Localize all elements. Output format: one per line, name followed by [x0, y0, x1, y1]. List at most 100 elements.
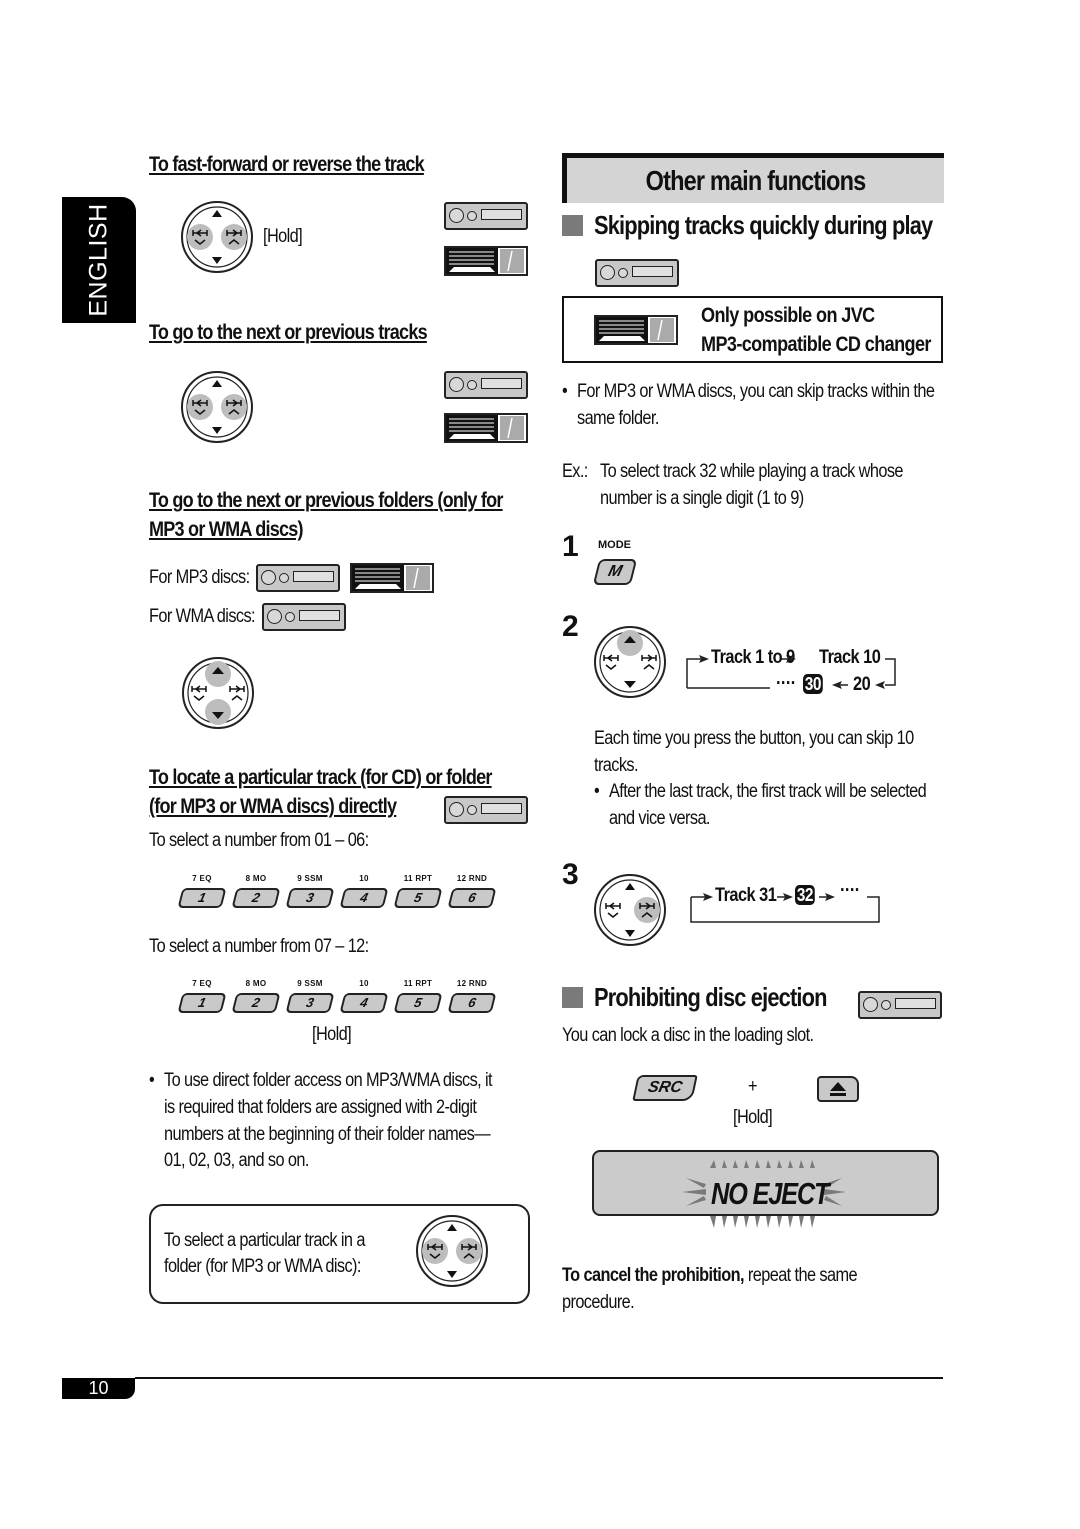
number-button-5[interactable]: 5 — [393, 993, 443, 1013]
unit-icon — [858, 991, 942, 1019]
bullet-dot: • — [562, 381, 568, 402]
number-button-2[interactable]: 2 — [231, 993, 281, 1013]
flow-track-10: Track 10 — [819, 647, 881, 668]
preset-label: 12 RND — [456, 979, 488, 988]
cd-changer-icon — [444, 413, 528, 443]
language-label: ENGLISH — [84, 203, 113, 317]
eject-icon — [830, 1082, 846, 1096]
number-buttons-row: 7 EQ 1 8 MO 2 9 SSM 3 10 4 11 RPT 5 12 RND 6 — [175, 872, 499, 908]
select-07-12-label: To select a number from 07 – 12: — [149, 936, 369, 957]
cd-changer-icon — [350, 563, 434, 593]
page-number: 10 — [62, 1378, 135, 1399]
each-line2: tracks. — [594, 755, 639, 776]
mode-label: MODE — [598, 539, 631, 551]
number-button-6[interactable]: 6 — [447, 888, 497, 908]
unit-icon — [444, 202, 528, 230]
note-line2: MP3-compatible CD changer — [701, 333, 931, 356]
hold-label: [Hold] — [312, 1024, 352, 1045]
skip-title: Skipping tracks quickly during play — [594, 210, 933, 240]
flow-track-32-wrap: 32 — [795, 885, 815, 907]
locate-title-line1: To locate a particular track (for CD) or… — [149, 766, 492, 789]
bullet-dot: • — [149, 1070, 155, 1091]
next-prev-title: To go to the next or previous tracks — [149, 321, 428, 344]
flow-track-32: 32 — [795, 885, 815, 905]
cancel-bold: To cancel the prohibition, — [562, 1265, 745, 1286]
note-line1: Only possible on JVC — [701, 304, 875, 327]
hold-label: [Hold] — [733, 1107, 773, 1128]
number-button-4[interactable]: 4 — [339, 888, 389, 908]
lcd-text: NO EJECT — [711, 1176, 830, 1211]
bullet1-line2: same folder. — [577, 408, 659, 429]
flow-track-20: 20 — [853, 674, 871, 695]
prohibit-title: Prohibiting disc ejection — [594, 982, 827, 1012]
cancel-line2: procedure. — [562, 1292, 635, 1313]
number-button-6[interactable]: 6 — [447, 993, 497, 1013]
for-mp3-label: For MP3 discs: — [149, 567, 250, 588]
section-square-icon — [562, 987, 583, 1008]
eject-button[interactable] — [817, 1076, 859, 1102]
footer-rule — [135, 1377, 943, 1379]
select-01-06-label: To select a number from 01 – 06: — [149, 830, 369, 851]
unit-icon — [256, 564, 340, 592]
bullet-text-line: 01, 02, 03, and so on. — [164, 1150, 309, 1171]
step-number: 2 — [562, 610, 579, 643]
preset-label: 12 RND — [456, 874, 488, 883]
locate-title-line2: (for MP3 or WMA discs) directly — [149, 795, 397, 818]
preset-label: 10 — [359, 979, 369, 988]
flow-track-30-wrap: 30 — [803, 674, 823, 696]
number-button-3[interactable]: 3 — [285, 888, 335, 908]
number-button-1[interactable]: 1 — [177, 888, 227, 908]
each-line1: Each time you press the button, you can … — [594, 728, 914, 749]
folders-title-line2: MP3 or WMA discs) — [149, 518, 304, 541]
src-button[interactable]: SRC — [632, 1075, 698, 1101]
example-line1: To select track 32 while playing a track… — [600, 461, 904, 482]
preset-label: 11 RPT — [403, 979, 433, 988]
example-label: Ex.: — [562, 461, 588, 482]
cancel-line1: To cancel the prohibition, repeat the sa… — [562, 1262, 858, 1289]
unit-icon — [444, 796, 528, 824]
preset-label: 8 MO — [245, 979, 267, 988]
section-title: Other main functions — [645, 165, 867, 196]
control-pad-next-icon — [594, 874, 666, 946]
bullet-text-line: is required that folders are assigned wi… — [164, 1097, 477, 1118]
preset-label: 8 MO — [245, 874, 267, 883]
control-pad-icon — [416, 1215, 488, 1287]
preset-label: 10 — [359, 874, 369, 883]
cd-changer-icon — [594, 315, 678, 345]
number-button-1[interactable]: 1 — [177, 993, 227, 1013]
number-button-4[interactable]: 4 — [339, 993, 389, 1013]
flow-dots: ···· — [776, 673, 796, 694]
number-button-5[interactable]: 5 — [393, 888, 443, 908]
number-button-2[interactable]: 2 — [231, 888, 281, 908]
control-pad-up-down-icon — [182, 657, 254, 729]
bullet-text-line: numbers at the beginning of their folder… — [164, 1124, 491, 1145]
control-pad-icon — [181, 201, 253, 273]
number-button-3[interactable]: 3 — [285, 993, 335, 1013]
lock-text: You can lock a disc in the loading slot. — [562, 1025, 814, 1046]
cd-changer-icon — [444, 246, 528, 276]
language-tab: ENGLISH — [62, 197, 136, 323]
bullet2-line1: After the last track, the first track wi… — [609, 781, 927, 802]
step-number: 1 — [562, 530, 579, 563]
plus-sign: + — [748, 1076, 758, 1097]
preset-label: 9 SSM — [297, 874, 323, 883]
unit-icon — [262, 603, 346, 631]
preset-label: 7 EQ — [192, 874, 212, 883]
step-number: 3 — [562, 858, 579, 891]
info-box-line2: folder (for MP3 or WMA disc): — [164, 1256, 361, 1277]
preset-label: 7 EQ — [192, 979, 212, 988]
flow-track-1-9: Track 1 to 9 — [711, 647, 795, 668]
bullet-text-line: To use direct folder access on MP3/WMA d… — [164, 1070, 493, 1091]
unit-icon — [444, 371, 528, 399]
number-buttons-row: 7 EQ 1 8 MO 2 9 SSM 3 10 4 11 RPT 5 12 RND 6 — [175, 977, 499, 1013]
ff-title: To fast-forward or reverse the track — [149, 153, 425, 176]
bullet2-line2: and vice versa. — [609, 808, 710, 829]
control-pad-icon — [181, 371, 253, 443]
preset-label: 9 SSM — [297, 979, 323, 988]
mode-button[interactable]: M — [592, 559, 638, 585]
for-wma-label: For WMA discs: — [149, 606, 256, 627]
hold-label: [Hold] — [263, 226, 303, 247]
folders-title-line1: To go to the next or previous folders (o… — [149, 489, 503, 512]
bullet-dot: • — [594, 781, 600, 802]
flow-dots: ···· — [840, 880, 860, 901]
